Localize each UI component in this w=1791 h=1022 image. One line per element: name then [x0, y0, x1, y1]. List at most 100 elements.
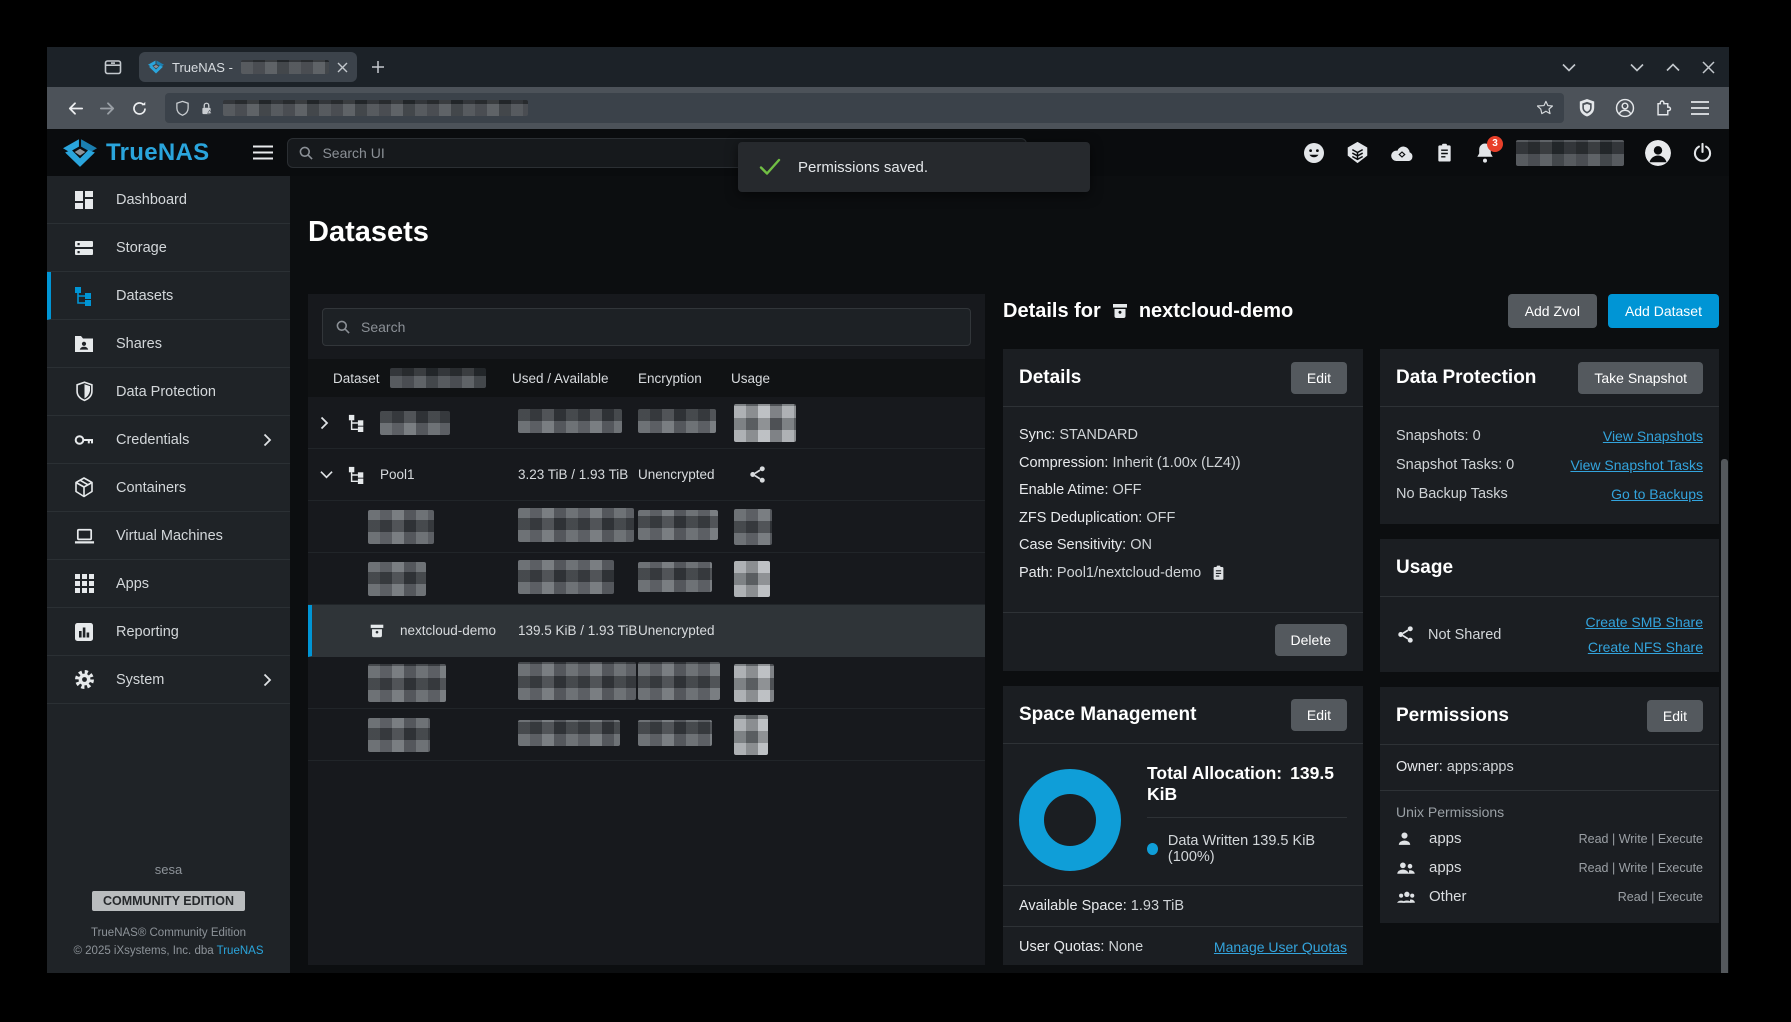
sidebar-item-storage[interactable]: Storage	[47, 224, 290, 272]
browser-tab[interactable]: TrueNAS -	[139, 52, 357, 82]
table-row[interactable]	[308, 397, 985, 449]
collapse-chevron-icon[interactable]	[320, 470, 348, 479]
window-close-icon[interactable]	[1702, 61, 1715, 74]
back-icon[interactable]	[59, 92, 91, 124]
reload-icon[interactable]	[123, 92, 155, 124]
sidebar-item-data-protection[interactable]: Data Protection	[47, 368, 290, 416]
url-bar[interactable]	[165, 93, 1564, 123]
extensions-puzzle-icon[interactable]	[1654, 99, 1672, 117]
truenas-link[interactable]: TrueNAS	[217, 945, 264, 957]
sidebar-item-virtual-machines[interactable]: Virtual Machines	[47, 512, 290, 560]
data-protection-card: Data Protection Take Snapshot Snapshots:…	[1380, 349, 1719, 524]
truecloud-icon[interactable]	[1390, 143, 1414, 162]
community-edition-badge: COMMUNITY EDITION	[92, 891, 245, 911]
sidebar-item-system[interactable]: System	[47, 656, 290, 704]
copy-path-icon[interactable]	[1211, 564, 1226, 582]
create-nfs-share-link[interactable]: Create NFS Share	[1588, 639, 1703, 655]
sidebar-item-dashboard[interactable]: Dashboard	[47, 176, 290, 224]
view-snapshots-link[interactable]: View Snapshots	[1603, 422, 1703, 451]
check-icon	[759, 158, 781, 176]
share-icon[interactable]	[748, 465, 767, 484]
dataset-search[interactable]	[322, 308, 971, 346]
add-zvol-button[interactable]: Add Zvol	[1508, 294, 1597, 328]
brand-wordmark: TrueNAS	[106, 139, 209, 167]
permission-row-group: apps Read | Write | Execute	[1380, 853, 1719, 882]
scrollbar-thumb[interactable]	[1721, 459, 1728, 973]
adblock-extension-icon[interactable]	[1578, 98, 1596, 118]
list-all-tabs-icon[interactable]	[1562, 63, 1576, 72]
table-row-nextcloud-demo[interactable]: nextcloud-demo 139.5 KiB / 1.93 TiB Unen…	[308, 605, 985, 657]
row-used-redacted	[518, 508, 634, 542]
permission-row-other: Other Read | Execute	[1380, 882, 1719, 911]
sidebar-item-containers[interactable]: Containers	[47, 464, 290, 512]
add-dataset-button[interactable]: Add Dataset	[1608, 294, 1719, 328]
create-smb-share-link[interactable]: Create SMB Share	[1586, 614, 1704, 630]
take-snapshot-button[interactable]: Take Snapshot	[1578, 362, 1703, 394]
tab-favicon-truenas	[148, 60, 164, 74]
go-to-backups-link[interactable]: Go to Backups	[1611, 480, 1703, 509]
user-icon	[1396, 830, 1420, 847]
sidebar-item-datasets[interactable]: Datasets	[47, 272, 290, 320]
datasets-tree-icon	[73, 286, 95, 306]
window-maximize-icon[interactable]	[1666, 63, 1680, 72]
sidebar-toggle-icon[interactable]	[253, 145, 273, 160]
apps-grid-icon	[73, 574, 95, 593]
sidebar-item-apps[interactable]: Apps	[47, 560, 290, 608]
sidebar-item-shares[interactable]: Shares	[47, 320, 290, 368]
dataset-icon	[1110, 301, 1130, 321]
lock-warning-icon[interactable]	[199, 100, 214, 117]
account-icon[interactable]	[1615, 98, 1635, 118]
row-used-redacted	[518, 662, 636, 700]
feedback-smiley-icon[interactable]	[1303, 142, 1325, 164]
truenas-logo[interactable]: TrueNAS	[63, 139, 209, 167]
pool-used-available: 3.23 TiB / 1.93 TiB	[518, 467, 638, 482]
user-avatar[interactable]	[1645, 140, 1671, 166]
sidebar-item-credentials[interactable]: Credentials	[47, 416, 290, 464]
truecommand-icon[interactable]	[1346, 141, 1369, 164]
snapshot-tasks-row: Snapshot Tasks: 0 View Snapshot Tasks	[1396, 451, 1703, 480]
gear-icon	[73, 669, 95, 690]
table-row[interactable]	[308, 501, 985, 553]
main-content: Datasets Dataset	[290, 176, 1729, 973]
row-encryption-redacted	[638, 510, 718, 540]
row-name-redacted	[368, 718, 430, 752]
table-row[interactable]	[308, 709, 985, 761]
details-edit-button[interactable]: Edit	[1291, 362, 1347, 394]
manage-user-quotas-link[interactable]: Manage User Quotas	[1214, 939, 1347, 955]
table-row[interactable]	[308, 657, 985, 709]
space-edit-button[interactable]: Edit	[1291, 699, 1347, 731]
column-header-used-available[interactable]: Used / Available	[512, 371, 638, 386]
table-row-pool1[interactable]: Pool1 3.23 TiB / 1.93 TiB Unencrypted	[308, 449, 985, 501]
row-usage-redacted	[734, 715, 768, 755]
sidebar-footer: sesa COMMUNITY EDITION TrueNAS® Communit…	[47, 862, 290, 973]
tracking-protection-shield-icon[interactable]	[175, 100, 190, 117]
sidebar-item-reporting[interactable]: Reporting	[47, 608, 290, 656]
delete-button[interactable]: Delete	[1275, 624, 1347, 656]
forward-icon[interactable]	[91, 92, 123, 124]
permissions-edit-button[interactable]: Edit	[1647, 700, 1703, 732]
firefox-view-icon[interactable]	[103, 57, 123, 77]
bookmark-star-icon[interactable]	[1537, 100, 1554, 117]
row-encryption-redacted	[638, 409, 716, 433]
header-redacted	[390, 368, 486, 388]
sidebar: Dashboard Storage Datasets Shares	[47, 176, 290, 973]
selected-used-available: 139.5 KiB / 1.93 TiB	[518, 623, 638, 638]
new-tab-button[interactable]	[371, 60, 385, 74]
row-usage-redacted	[734, 561, 770, 597]
window-minimize-icon[interactable]	[1630, 63, 1644, 72]
dataset-search-input[interactable]	[361, 319, 958, 335]
column-header-encryption[interactable]: Encryption	[638, 371, 731, 386]
power-icon[interactable]	[1692, 142, 1713, 163]
column-header-dataset[interactable]: Dataset	[333, 368, 512, 388]
usage-card: Usage Not Shared	[1380, 539, 1719, 672]
table-row[interactable]	[308, 553, 985, 605]
column-header-usage[interactable]: Usage	[731, 371, 985, 386]
notifications-bell-icon[interactable]: 3	[1475, 142, 1495, 164]
tab-close-icon[interactable]	[337, 62, 348, 73]
chevron-right-icon	[263, 673, 272, 687]
jobs-clipboard-icon[interactable]	[1435, 142, 1454, 164]
menu-hamburger-icon[interactable]	[1691, 101, 1709, 115]
expand-chevron-icon[interactable]	[320, 416, 348, 430]
view-snapshot-tasks-link[interactable]: View Snapshot Tasks	[1570, 451, 1703, 480]
hostname-redacted[interactable]	[1516, 140, 1624, 166]
